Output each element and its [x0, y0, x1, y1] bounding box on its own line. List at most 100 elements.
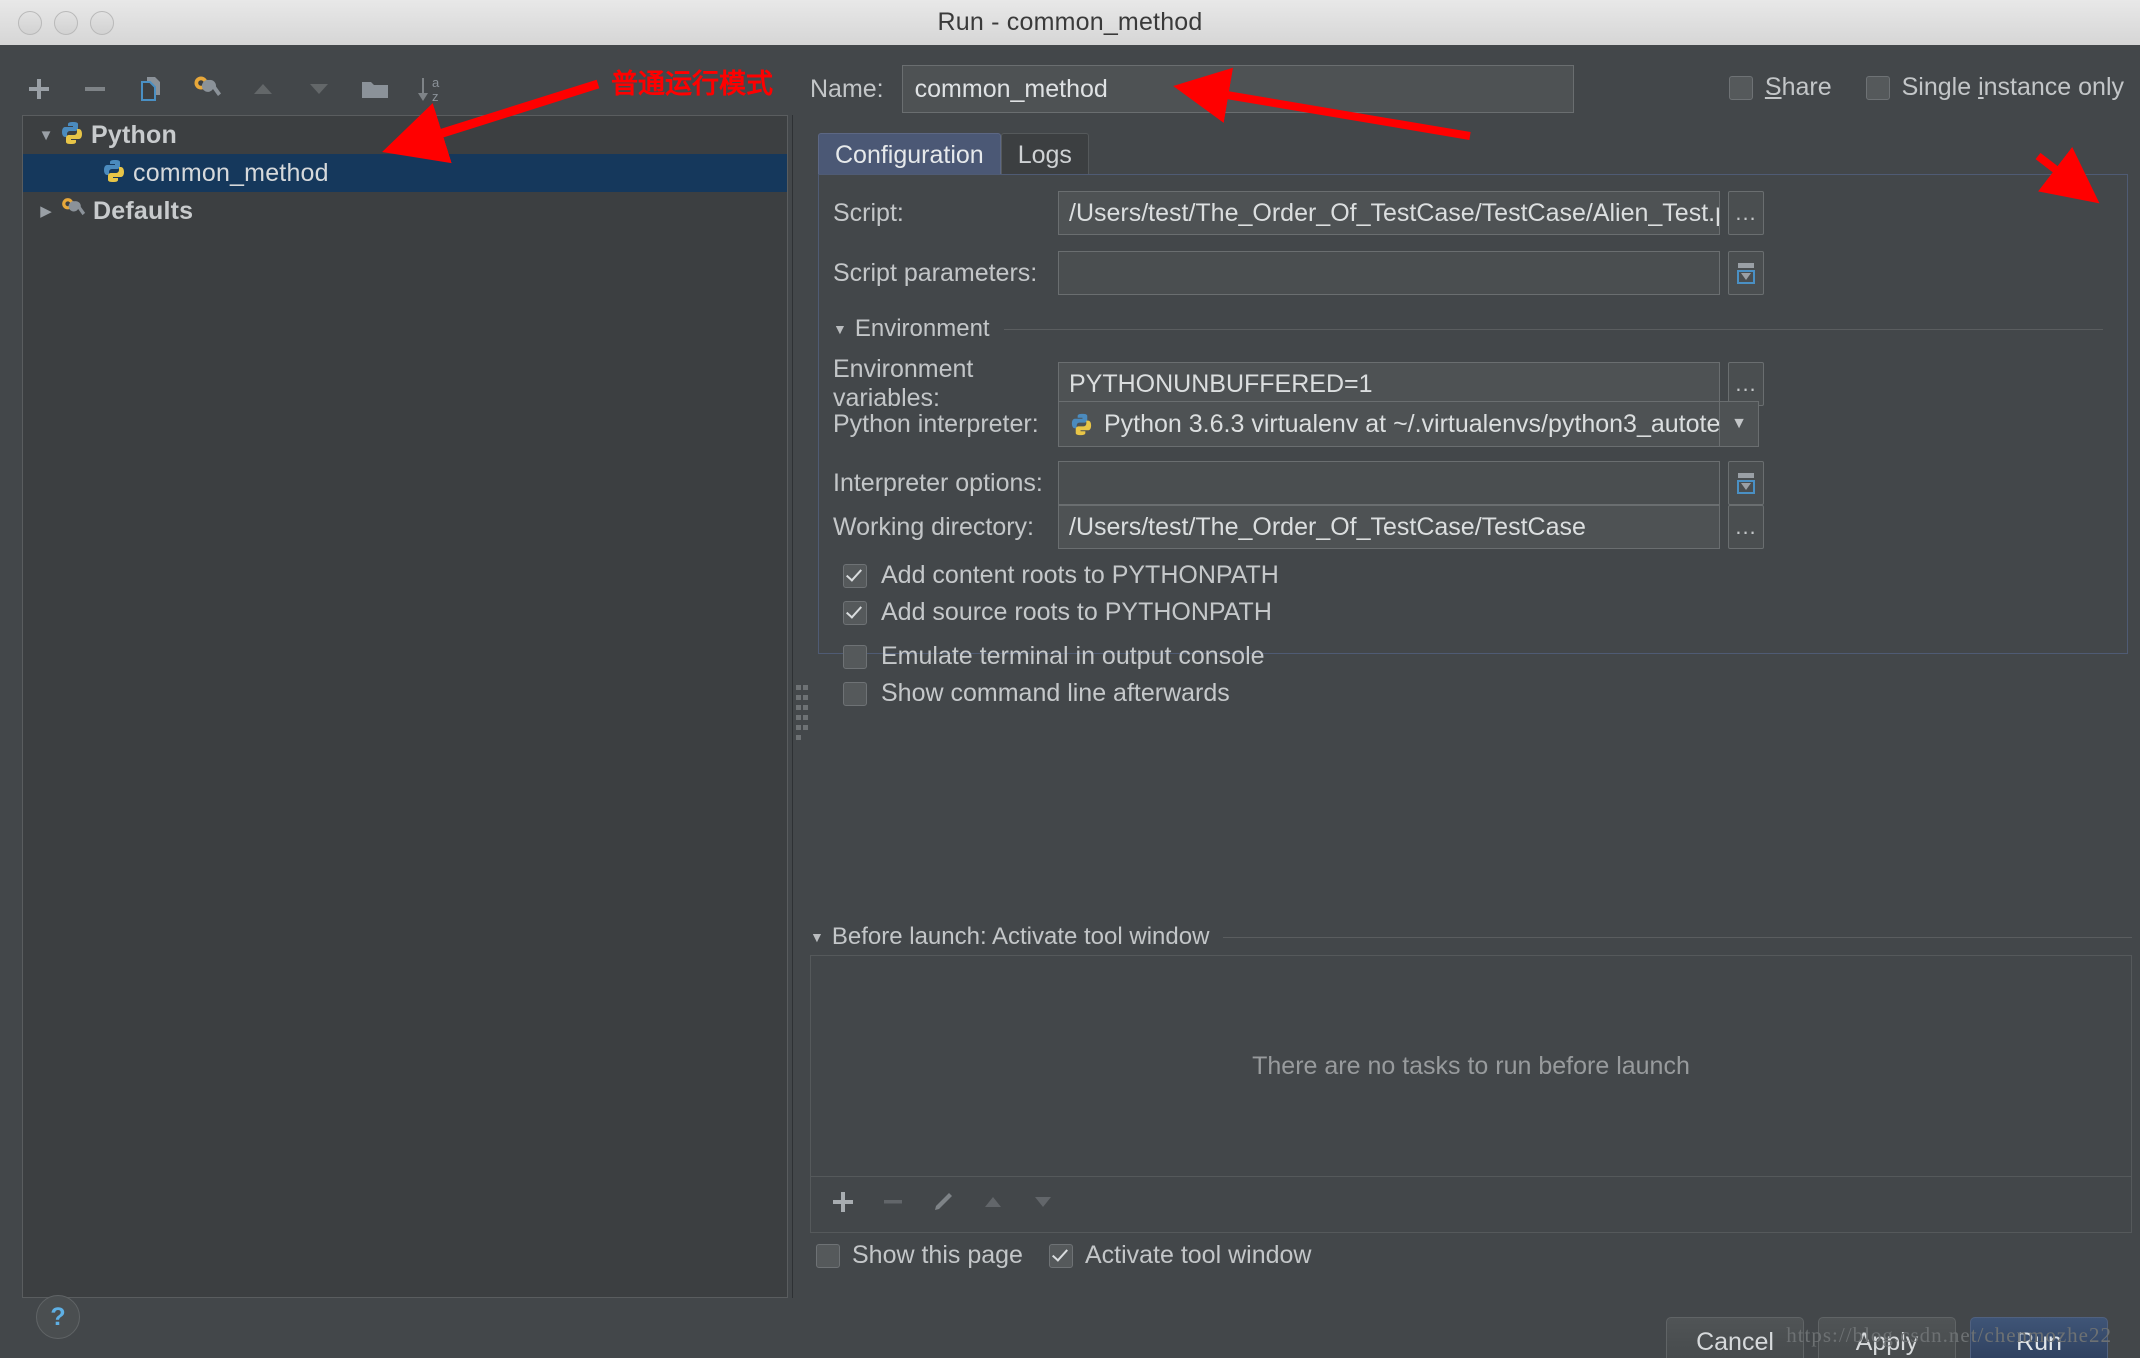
- help-button[interactable]: ?: [36, 1295, 80, 1339]
- configuration-tabs: Configuration Logs: [818, 133, 1089, 176]
- show-this-page-checkbox[interactable]: [816, 1243, 840, 1268]
- interpreter-options-label: Interpreter options:: [833, 468, 1043, 497]
- share-checkbox-row[interactable]: Share: [1728, 73, 1832, 102]
- before-launch-task-list[interactable]: There are no tasks to run before launch: [810, 955, 2132, 1177]
- move-task-down-button[interactable]: [1029, 1188, 1057, 1221]
- annotation-normal-run-mode: 普通运行模式: [611, 69, 773, 99]
- script-parameters-label: Script parameters:: [833, 258, 1038, 287]
- chevron-down-icon[interactable]: ▼: [810, 929, 824, 945]
- add-source-roots-checkbox[interactable]: [843, 600, 867, 625]
- tree-node-defaults[interactable]: ▶ Defaults: [23, 192, 787, 230]
- name-input[interactable]: common_method: [901, 65, 1574, 113]
- show-command-line-checkbox[interactable]: [843, 681, 867, 706]
- share-checkbox[interactable]: [1728, 75, 1753, 100]
- tree-node-label: Defaults: [93, 196, 194, 225]
- emulate-terminal-checkbox[interactable]: [843, 644, 867, 669]
- bottom-checkboxes: Show this page Activate tool window: [816, 1241, 1311, 1270]
- environment-variables-browse-button[interactable]: ...: [1728, 362, 1764, 406]
- add-content-roots-row[interactable]: Add content roots to PYTHONPATH: [843, 561, 1279, 590]
- before-launch-toolbar: [810, 1177, 2132, 1233]
- interpreter-options-input[interactable]: [1058, 461, 1720, 505]
- insert-macro-icon[interactable]: [1728, 461, 1764, 505]
- tab-configuration[interactable]: Configuration: [818, 133, 1001, 176]
- move-task-up-button[interactable]: [979, 1188, 1007, 1221]
- working-directory-browse-button[interactable]: ...: [1728, 505, 1764, 549]
- run-config-toolbar: a z: [22, 63, 582, 115]
- show-this-page-label: Show this page: [852, 1241, 1023, 1269]
- divider: [1223, 936, 2132, 938]
- remove-task-button[interactable]: [879, 1188, 907, 1221]
- script-parameters-input[interactable]: [1058, 251, 1720, 295]
- chevron-down-icon[interactable]: ▼: [33, 127, 59, 144]
- copy-configuration-button[interactable]: [134, 72, 168, 106]
- panel-splitter[interactable]: [792, 115, 793, 1298]
- single-instance-checkbox-row[interactable]: Single instance only: [1865, 73, 2124, 102]
- python-icon: [1069, 410, 1094, 439]
- interpreter-options-row: Interpreter options:: [833, 461, 1764, 505]
- add-task-button[interactable]: [829, 1188, 857, 1221]
- script-browse-button[interactable]: ...: [1728, 191, 1764, 235]
- show-command-line-label: Show command line afterwards: [881, 679, 1230, 707]
- share-label: Share: [1764, 73, 1832, 101]
- splitter-handle[interactable]: [796, 685, 808, 745]
- edit-task-pencil-icon[interactable]: [929, 1188, 957, 1221]
- run-configuration-dialog: Run - common_method a z ▼ Python common_…: [0, 0, 2140, 1358]
- cancel-button[interactable]: Cancel: [1666, 1317, 1804, 1358]
- configuration-form: Script: /Users/test/The_Order_Of_TestCas…: [818, 174, 2128, 707]
- tree-node-python[interactable]: ▼ Python: [23, 116, 787, 154]
- svg-text:a: a: [432, 75, 440, 90]
- tab-logs[interactable]: Logs: [1000, 133, 1089, 176]
- activate-tool-window-checkbox[interactable]: [1048, 1243, 1073, 1268]
- tree-node-common-method[interactable]: common_method: [23, 154, 787, 192]
- sort-alpha-icon[interactable]: a z: [414, 72, 448, 106]
- move-down-button[interactable]: [302, 72, 336, 106]
- move-up-button[interactable]: [246, 72, 280, 106]
- window-title-bar: Run - common_method: [0, 0, 2140, 46]
- watermark: https://blog.csdn.net/chenmozhe22: [1786, 1323, 2112, 1347]
- python-interpreter-label: Python interpreter:: [833, 409, 1039, 438]
- chevron-down-icon[interactable]: ▼: [1719, 401, 1759, 447]
- tree-node-label: common_method: [133, 158, 329, 187]
- working-directory-row: Working directory: /Users/test/The_Order…: [833, 505, 1764, 549]
- new-folder-button[interactable]: [358, 72, 392, 106]
- python-icon: [59, 120, 85, 151]
- add-source-roots-label: Add source roots to PYTHONPATH: [881, 598, 1272, 626]
- single-instance-label: Single instance only: [1901, 73, 2124, 101]
- add-source-roots-row[interactable]: Add source roots to PYTHONPATH: [843, 598, 1272, 627]
- svg-text:z: z: [432, 89, 439, 104]
- add-content-roots-checkbox[interactable]: [843, 563, 867, 588]
- chevron-down-icon[interactable]: ▼: [833, 321, 847, 337]
- before-launch-header[interactable]: ▼ Before launch: Activate tool window: [810, 923, 2132, 951]
- show-this-page-row[interactable]: Show this page: [816, 1241, 1023, 1270]
- script-parameters-row: Script parameters:: [833, 251, 1764, 295]
- top-checkboxes: Share Single instance only: [1728, 73, 2124, 102]
- environment-variables-input[interactable]: PYTHONUNBUFFERED=1: [1058, 362, 1720, 406]
- name-row: Name: common_method: [810, 65, 1574, 113]
- activate-tool-window-label: Activate tool window: [1084, 1241, 1312, 1269]
- python-interpreter-value: Python 3.6.3 virtualenv at ~/.virtualenv…: [1104, 409, 1720, 438]
- emulate-terminal-label: Emulate terminal in output console: [881, 642, 1265, 670]
- add-configuration-button[interactable]: [22, 72, 56, 106]
- script-label: Script:: [833, 198, 904, 227]
- name-label: Name:: [810, 74, 884, 103]
- working-directory-input[interactable]: /Users/test/The_Order_Of_TestCase/TestCa…: [1058, 505, 1720, 549]
- python-interpreter-row: Python interpreter: Python 3.6.3 virtual…: [833, 401, 1759, 447]
- remove-configuration-button[interactable]: [78, 72, 112, 106]
- run-configurations-tree[interactable]: ▼ Python common_method ▶ Defaults: [22, 115, 788, 1298]
- configuration-panel: Name: common_method Share Single instanc…: [810, 45, 2140, 1358]
- python-interpreter-select[interactable]: Python 3.6.3 virtualenv at ~/.virtualenv…: [1058, 401, 1720, 447]
- environment-section-header[interactable]: ▼ Environment: [833, 315, 2103, 343]
- chevron-right-icon[interactable]: ▶: [33, 202, 59, 220]
- show-command-line-row[interactable]: Show command line afterwards: [843, 679, 1230, 708]
- emulate-terminal-row[interactable]: Emulate terminal in output console: [843, 642, 1265, 671]
- edit-defaults-wrench-icon[interactable]: [190, 72, 224, 106]
- working-directory-label: Working directory:: [833, 512, 1034, 541]
- single-instance-checkbox[interactable]: [1865, 75, 1890, 100]
- before-launch-empty-message: There are no tasks to run before launch: [1252, 1051, 1690, 1080]
- wrench-icon: [59, 196, 87, 227]
- activate-tool-window-row[interactable]: Activate tool window: [1048, 1241, 1312, 1270]
- dialog-body: a z ▼ Python common_method ▶ Defaults Na…: [0, 45, 2140, 1358]
- script-input[interactable]: /Users/test/The_Order_Of_TestCase/TestCa…: [1058, 191, 1720, 235]
- window-title: Run - common_method: [937, 8, 1203, 36]
- insert-macro-icon[interactable]: [1728, 251, 1764, 295]
